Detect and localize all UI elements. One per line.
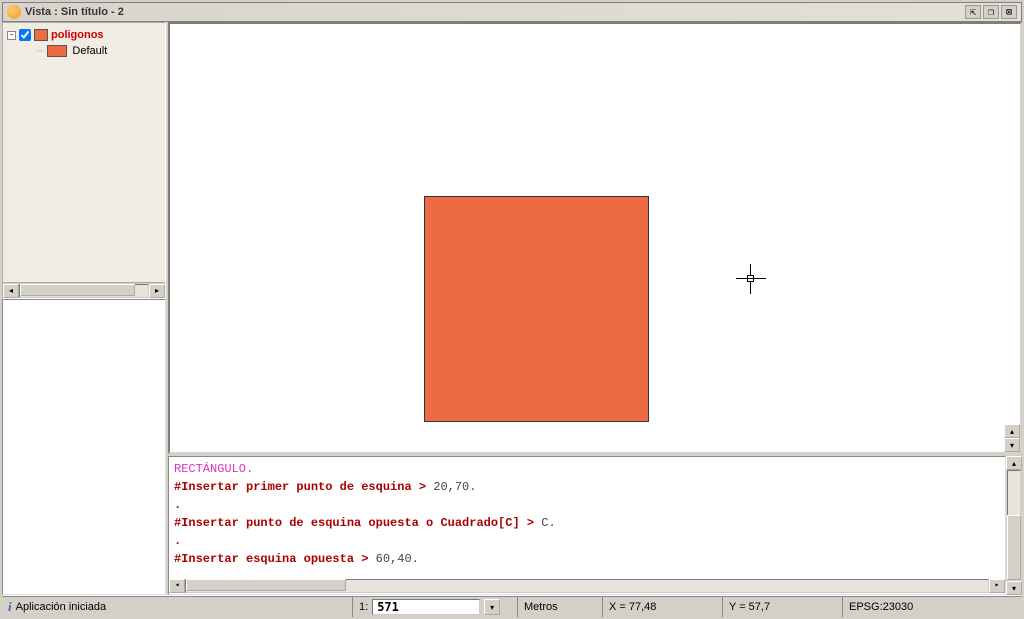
minimize-internal-button[interactable]: ⇱ [965,5,981,19]
legend-label: Default [72,45,107,57]
tree-collapse-icon[interactable]: − [7,31,16,40]
titlebar: Vista : Sin título - 2 ⇱ ❐ ⊠ [2,2,1022,22]
restore-button[interactable]: ❐ [983,5,999,19]
command-console: RECTÁNGULO. #Insertar primer punto de es… [168,454,1022,595]
console-output[interactable]: RECTÁNGULO. #Insertar primer punto de es… [168,456,1006,595]
console-prompt: #Insertar esquina opuesta > [174,552,368,566]
layer-name-label: poligonos [51,29,104,41]
scroll-left-button[interactable]: ◂ [169,579,185,593]
scroll-thumb[interactable] [20,284,135,296]
srs-label: EPSG:23030 [849,601,913,613]
scroll-track[interactable] [19,284,149,298]
layers-toc: − poligonos ┈ Default ◂ [2,22,166,299]
scroll-track[interactable] [185,579,989,593]
cursor-crosshair-icon [736,264,766,294]
scroll-left-button[interactable]: ◂ [3,284,19,298]
tree-connector-icon: ┈ [37,46,42,57]
scroll-up-button[interactable]: ▴ [1006,456,1022,470]
left-sidebar: − poligonos ┈ Default ◂ [2,22,168,595]
layer-tree-item[interactable]: − poligonos [7,27,161,43]
units-label: Metros [524,601,558,613]
legend-item: ┈ Default [7,43,161,59]
canvas-scroll-up-button[interactable]: ▴ [1004,424,1020,438]
scale-input[interactable] [372,599,480,615]
scroll-right-button[interactable]: ▸ [989,579,1005,593]
canvas-scroll-down-button[interactable]: ▾ [1004,438,1020,452]
scale-prefix-label: 1: [359,601,368,613]
map-canvas[interactable]: ▴ ▾ [168,22,1022,454]
window-title: Vista : Sin título - 2 [25,6,965,18]
status-bar: i Aplicación iniciada 1: ▾ Metros X = 77… [2,595,1022,617]
main-window: Vista : Sin título - 2 ⇱ ❐ ⊠ − poligonos… [0,0,1024,619]
x-coordinate-label: X = 77,48 [609,601,656,613]
close-button[interactable]: ⊠ [1001,5,1017,19]
scroll-thumb[interactable] [1007,515,1021,580]
console-prompt: . [174,534,181,548]
layer-color-swatch [34,29,48,41]
legend-swatch [47,45,67,57]
app-icon [7,5,21,19]
status-message: Aplicación iniciada [16,601,107,613]
console-value: C. [534,516,556,530]
scale-dropdown-button[interactable]: ▾ [484,599,500,615]
overview-panel [2,299,166,595]
console-prompt: . [174,498,181,512]
console-value: 20,70. [426,480,476,494]
scroll-track[interactable] [1007,470,1021,581]
console-prompt: #Insertar primer punto de esquina > [174,480,426,494]
command-name-label: RECTÁNGULO. [174,462,253,476]
console-horizontal-scrollbar[interactable]: ◂ ▸ [169,578,1005,594]
layer-visibility-checkbox[interactable] [19,29,31,41]
y-coordinate-label: Y = 57,7 [729,601,770,613]
scroll-down-button[interactable]: ▾ [1006,581,1022,595]
console-prompt: #Insertar punto de esquina opuesta o Cua… [174,516,534,530]
console-value: 60,40. [368,552,418,566]
rectangle-feature[interactable] [424,196,649,422]
info-icon: i [8,599,12,615]
toc-horizontal-scrollbar[interactable]: ◂ ▸ [3,282,165,298]
scroll-right-button[interactable]: ▸ [149,284,165,298]
scroll-thumb[interactable] [186,579,346,591]
console-vertical-scrollbar[interactable]: ▴ ▾ [1006,456,1022,595]
